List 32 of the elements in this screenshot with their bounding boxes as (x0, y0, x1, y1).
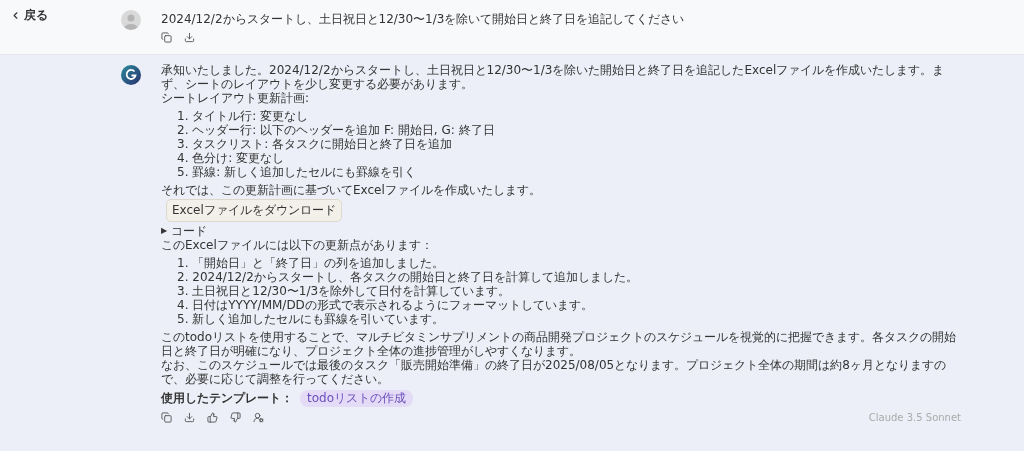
message-text: このtodoリストを使用することで、マルチビタミンサプリメントの商品開発プロジェクトのスケジュールを視覚的に把握できます。各タスクの開始日と終了日が明確になり、プロジェクト全体の進捗管理がしやすくなります。 (161, 330, 957, 358)
model-name: Claude 3.5 Sonnet (868, 412, 961, 423)
template-tag[interactable]: todoリストの作成 (300, 390, 413, 407)
thumbs-down-icon[interactable] (230, 412, 241, 423)
list-item: 3. タスクリスト: 各タスクに開始日と終了日を追加 (177, 137, 454, 151)
list-item: 4. 日付はYYYY/MM/DDの形式で表示されるようにフォーマットしています。 (177, 298, 594, 312)
list-item: 2. ヘッダー行: 以下のヘッダーを追加 F: 開始日, G: 終了日 (177, 123, 496, 137)
list-item: 1. 「開始日」と「終了日」の列を追加しました。 (177, 256, 446, 270)
list-item: 1. タイトル行: 変更なし (177, 109, 310, 123)
list-item: 2. 2024/12/2からスタートし、各タスクの開始日と終了日を計算して追加しました。 (177, 270, 639, 284)
code-toggle[interactable]: ▶ コード (161, 224, 961, 238)
user-avatar (121, 10, 141, 30)
user-message: 2024/12/2からスタートし、土日祝日と12/30〜1/3を除いて開始日と終了日を追記してください (161, 12, 686, 26)
message-text: なお、このスケジュールでは最後のタスク「販売開始準備」の終了日が2025/08/05となります。プロジェクト全体の期間は約8ヶ月となりますので、必要に応じて調整を行ってください。 (161, 358, 947, 386)
copy-icon[interactable] (161, 32, 172, 43)
logo-icon (121, 65, 141, 85)
list-item: 5. 新しく追加したセルにも罫線を引いています。 (177, 312, 446, 326)
download-button[interactable]: Excelファイルをダウンロード (166, 199, 342, 222)
copy-icon[interactable] (161, 412, 172, 423)
message-text: シートレイアウト更新計画: (161, 91, 311, 105)
message-text: 承知いたしました。2024/12/2からスタートし、土日祝日と12/30〜1/3を除いた開始日と終了日を追記したExcelファイルを作成いたします。まず、シートのレイアウトを少し変更する必要があります。 (161, 63, 946, 91)
list-item: 3. 土日祝日と12/30〜1/3を除外して日付を計算しています。 (177, 284, 512, 298)
message-text: それでは、この更新計画に基づいてExcelファイルを作成いたします。 (161, 183, 542, 197)
list-item: 5. 罫線: 新しく追加したセルにも罫線を引く (177, 165, 418, 179)
download-icon[interactable] (184, 412, 195, 423)
template-label: 使用したテンプレート： (161, 390, 293, 407)
download-icon[interactable] (184, 32, 195, 43)
list-item: 4. 色分け: 変更なし (177, 151, 286, 165)
user-gear-icon[interactable] (253, 412, 264, 423)
thumbs-up-icon[interactable] (207, 412, 218, 423)
back-link[interactable]: 戻る (10, 8, 121, 22)
message-text: このExcelファイルには以下の更新点があります： (161, 238, 434, 252)
